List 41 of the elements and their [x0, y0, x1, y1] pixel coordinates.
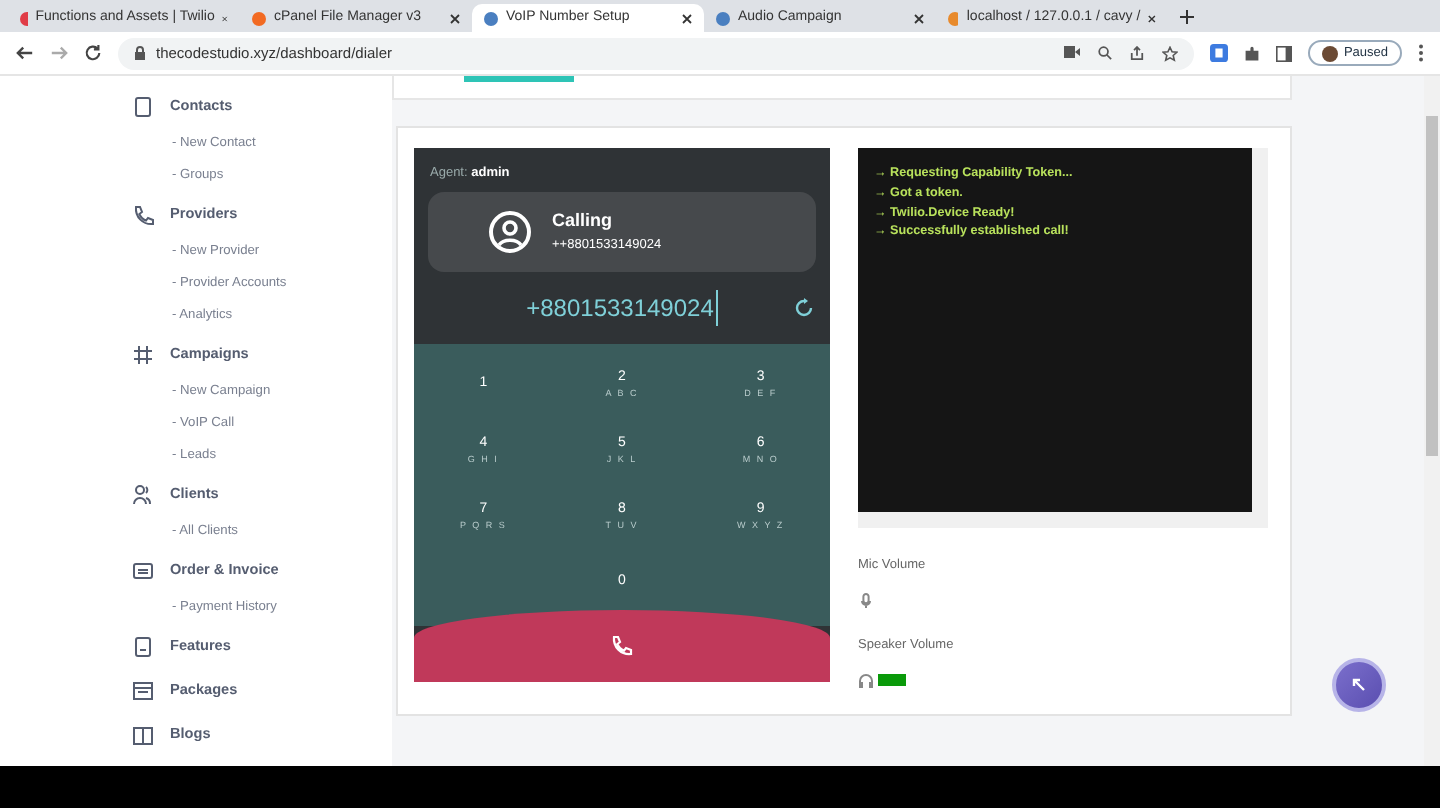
book-icon	[132, 95, 154, 117]
grid-icon	[132, 343, 154, 365]
zoom-icon[interactable]	[1097, 45, 1112, 59]
phone-icon	[610, 634, 634, 658]
share-icon[interactable]	[1129, 45, 1144, 59]
user-icon	[488, 209, 532, 254]
new-tab-icon[interactable]	[1180, 10, 1194, 24]
phone-icon	[132, 203, 154, 225]
favicon-icon	[252, 11, 266, 25]
box-icon	[132, 679, 154, 701]
mic-icon	[858, 591, 874, 608]
star-icon[interactable]	[1161, 45, 1178, 61]
puzzle-icon[interactable]	[1243, 45, 1260, 61]
favicon-icon	[716, 11, 730, 25]
card-icon	[132, 559, 154, 581]
avatar-icon	[1321, 45, 1338, 61]
headphones-icon	[858, 671, 874, 687]
close-icon[interactable]	[914, 13, 924, 23]
favicon-icon	[948, 11, 959, 25]
favicon-icon	[20, 11, 28, 25]
arrow-icon	[1352, 678, 1366, 692]
sidepanel-icon[interactable]	[1275, 45, 1292, 61]
back-icon[interactable]	[16, 44, 34, 62]
scrollbar[interactable]	[1424, 76, 1440, 766]
close-icon[interactable]	[450, 13, 460, 23]
close-icon[interactable]	[1148, 13, 1156, 23]
extension-icon[interactable]	[1209, 44, 1228, 62]
book-icon	[132, 723, 154, 745]
users-icon	[132, 483, 154, 505]
menu-icon[interactable]	[1418, 44, 1424, 62]
number-field[interactable]: +8801533149024	[526, 289, 718, 326]
call-status: Calling	[552, 208, 615, 235]
collapse-button[interactable]	[1332, 658, 1386, 712]
refresh-icon[interactable]	[794, 297, 814, 318]
favicon-icon	[484, 11, 498, 25]
volume-meter	[878, 673, 906, 685]
reload-icon[interactable]	[84, 44, 102, 62]
camera-icon[interactable]	[1063, 45, 1080, 57]
close-icon[interactable]	[682, 13, 692, 23]
document-icon	[132, 635, 154, 657]
lock-icon[interactable]	[134, 46, 146, 60]
